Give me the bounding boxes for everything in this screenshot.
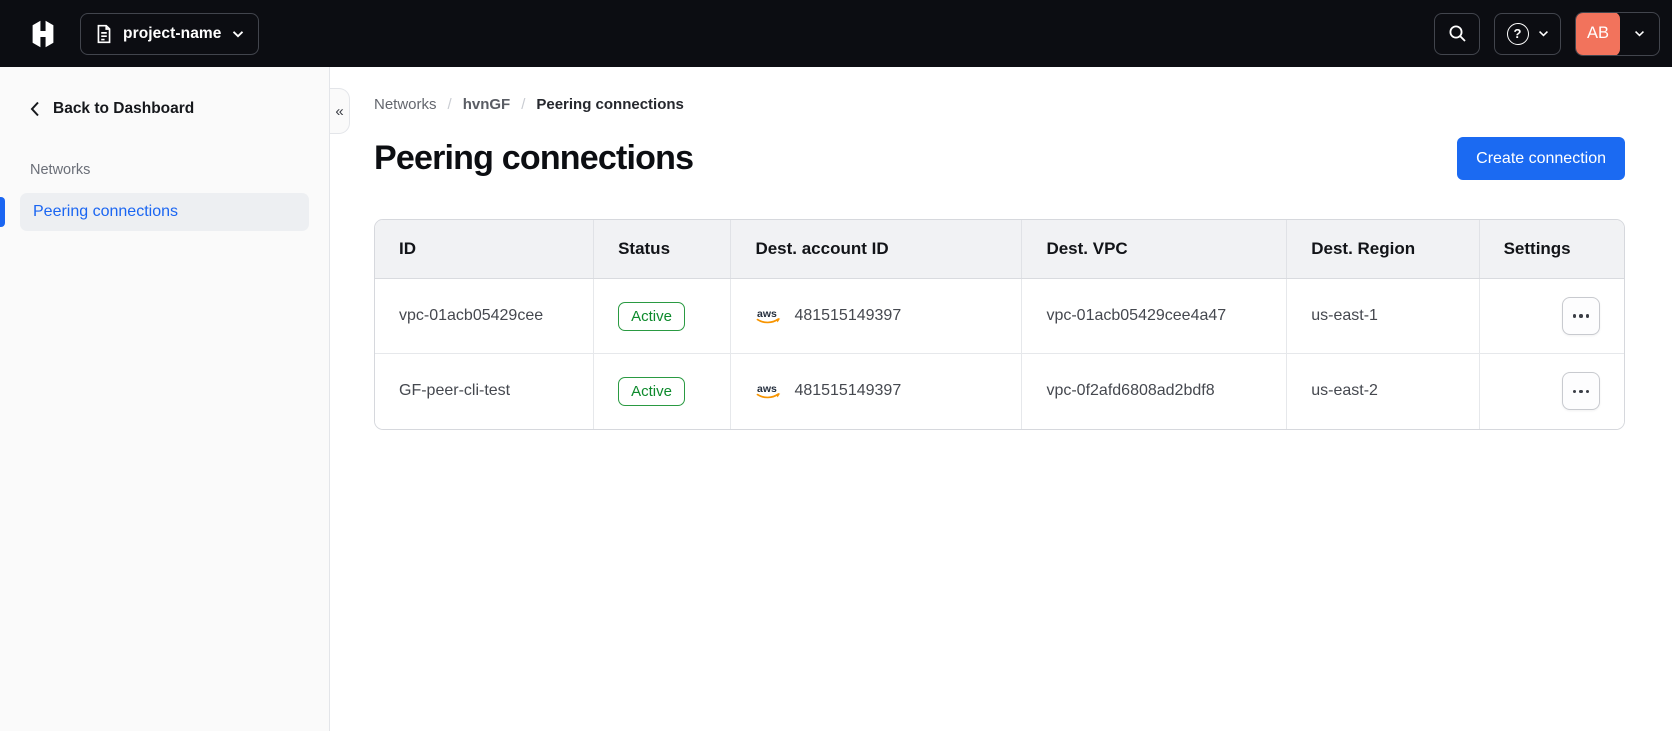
svg-text:aws: aws bbox=[757, 308, 777, 320]
sidebar-item-label: Peering connections bbox=[33, 203, 178, 220]
cell-dest-account: aws 481515149397 bbox=[730, 278, 1023, 354]
status-badge: Active bbox=[618, 376, 685, 406]
breadcrumb-separator: / bbox=[521, 96, 526, 113]
cell-dest-vpc: vpc-0f2afd6808ad2bdf8 bbox=[1021, 353, 1288, 429]
table-row: GF-peer-cli-test Active aws 481515149397… bbox=[375, 353, 1624, 429]
cell-settings bbox=[1479, 278, 1624, 354]
cell-dest-region: us-east-1 bbox=[1286, 278, 1480, 354]
account-id-value: 481515149397 bbox=[794, 382, 902, 400]
cell-status: Active bbox=[593, 353, 732, 429]
column-header-dest-region: Dest. Region bbox=[1286, 220, 1480, 279]
breadcrumb: Networks / hvnGF / Peering connections bbox=[374, 96, 1625, 113]
cell-dest-account: aws 481515149397 bbox=[730, 353, 1023, 429]
breadcrumb-hvn[interactable]: hvnGF bbox=[463, 96, 511, 113]
sidebar: Back to Dashboard Networks Peering conne… bbox=[0, 67, 330, 731]
column-header-status: Status bbox=[593, 220, 732, 279]
account-id-value: 481515149397 bbox=[794, 307, 902, 324]
create-connection-button[interactable]: Create connection bbox=[1457, 137, 1625, 180]
chevron-down-icon bbox=[1538, 31, 1548, 37]
breadcrumb-separator: / bbox=[447, 96, 452, 113]
status-badge: Active bbox=[618, 301, 685, 331]
help-menu-button[interactable]: ? bbox=[1494, 12, 1561, 55]
document-icon bbox=[95, 24, 113, 44]
cell-id: vpc-01acb05429cee bbox=[375, 278, 595, 354]
page-title: Peering connections bbox=[374, 139, 694, 177]
cell-status: Active bbox=[593, 278, 732, 354]
svg-text:aws: aws bbox=[757, 383, 777, 395]
collapse-chevrons-icon: « bbox=[335, 102, 344, 120]
aws-icon: aws bbox=[757, 383, 781, 399]
search-icon bbox=[1449, 25, 1466, 42]
column-header-dest-account-id: Dest. account ID bbox=[730, 220, 1023, 279]
avatar: AB bbox=[1576, 12, 1620, 55]
row-settings-menu-button[interactable] bbox=[1562, 372, 1600, 411]
sidebar-section-networks: Networks bbox=[30, 162, 91, 178]
column-header-settings: Settings bbox=[1479, 220, 1624, 279]
project-name-label: project-name bbox=[123, 24, 222, 42]
breadcrumb-networks[interactable]: Networks bbox=[374, 96, 437, 113]
table-header-row: ID Status Dest. account ID Dest. VPC Des… bbox=[375, 220, 1624, 279]
back-to-dashboard-link[interactable]: Back to Dashboard bbox=[30, 100, 329, 118]
main-content: Networks / hvnGF / Peering connections P… bbox=[330, 67, 1672, 731]
table-row: vpc-01acb05429cee Active aws 48151514939… bbox=[375, 278, 1624, 354]
topbar-actions: ? AB bbox=[1434, 11, 1660, 56]
column-header-dest-vpc: Dest. VPC bbox=[1021, 220, 1288, 279]
chevron-down-icon bbox=[232, 30, 243, 37]
project-switcher-button[interactable]: project-name bbox=[80, 12, 259, 55]
topbar: project-name ? AB bbox=[0, 0, 1672, 67]
sidebar-item-peering-connections[interactable]: Peering connections bbox=[0, 193, 309, 231]
peering-connections-table: ID Status Dest. account ID Dest. VPC Des… bbox=[374, 219, 1625, 430]
hashicorp-logo-icon[interactable] bbox=[28, 19, 58, 49]
column-header-id: ID bbox=[375, 220, 595, 279]
breadcrumb-current: Peering connections bbox=[536, 96, 684, 113]
sidebar-collapse-button[interactable]: « bbox=[330, 88, 350, 134]
back-link-label: Back to Dashboard bbox=[53, 100, 195, 117]
chevron-left-icon bbox=[30, 101, 39, 117]
user-menu-button[interactable]: AB bbox=[1575, 11, 1660, 56]
chevron-down-icon bbox=[1620, 30, 1659, 37]
cell-dest-vpc: vpc-01acb05429cee4a47 bbox=[1021, 278, 1288, 354]
aws-icon: aws bbox=[757, 308, 781, 324]
page-header: Peering connections Create connection bbox=[374, 137, 1625, 180]
cell-id: GF-peer-cli-test bbox=[375, 353, 595, 429]
help-icon: ? bbox=[1506, 22, 1529, 45]
row-settings-menu-button[interactable] bbox=[1562, 297, 1600, 335]
search-button[interactable] bbox=[1434, 12, 1480, 55]
cell-settings bbox=[1479, 353, 1624, 429]
cell-dest-region: us-east-2 bbox=[1286, 353, 1480, 429]
